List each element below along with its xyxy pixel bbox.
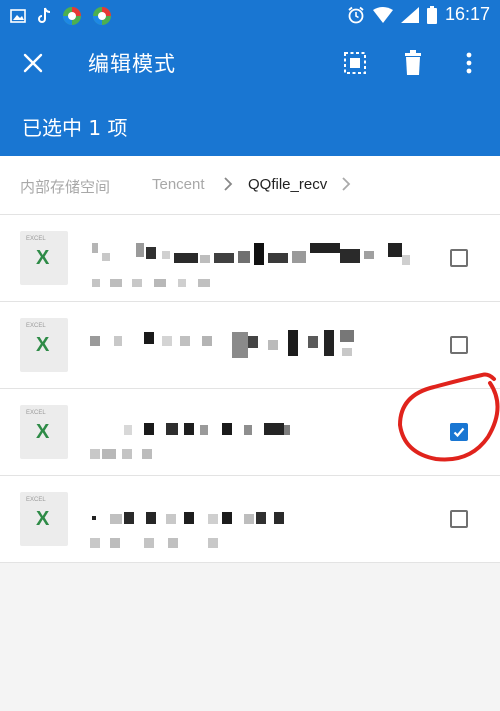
red-circle-annotation: [397, 372, 500, 462]
file-type-label: EXCEL: [26, 236, 46, 242]
gallery-icon: [10, 9, 26, 23]
alarm-icon: [348, 6, 364, 23]
empty-list-area: [0, 563, 500, 711]
breadcrumb-item-tencent[interactable]: Tencent: [152, 176, 205, 193]
selection-count: 已选中 1 项: [22, 116, 128, 140]
pixelated-file-name: [90, 423, 290, 459]
file-checkbox-checked[interactable]: [450, 423, 468, 441]
file-checkbox[interactable]: [450, 510, 468, 528]
battery-icon: [426, 5, 437, 24]
excel-letter: X: [36, 421, 50, 443]
file-row[interactable]: EXCEL X: [0, 372, 500, 476]
excel-letter: X: [36, 334, 50, 356]
select-all-icon: [344, 52, 366, 74]
select-all-button[interactable]: [338, 46, 372, 80]
file-list: EXCEL X EXCEL X EXCEL X EXCEL X: [0, 215, 500, 563]
toolbar-title: 编辑模式: [88, 52, 176, 76]
excel-file-icon: EXCEL X: [20, 405, 68, 459]
delete-button[interactable]: [396, 46, 430, 80]
file-row[interactable]: EXCEL X: [0, 215, 500, 302]
check-icon: [453, 427, 465, 438]
file-type-label: EXCEL: [26, 410, 46, 416]
close-button[interactable]: [18, 48, 48, 78]
excel-letter: X: [36, 247, 50, 269]
excel-file-icon: EXCEL X: [20, 318, 68, 372]
trash-icon: [405, 50, 421, 75]
chevron-right-icon: [342, 177, 351, 191]
wifi-icon: [372, 6, 393, 23]
excel-file-icon: EXCEL X: [20, 492, 68, 546]
pixelated-file-name: [90, 330, 354, 358]
file-checkbox[interactable]: [450, 249, 468, 267]
signal-icon: [400, 6, 419, 23]
excel-letter: X: [36, 508, 50, 530]
tiktok-icon: [38, 7, 51, 23]
more-options-button[interactable]: [452, 46, 486, 80]
breadcrumb-item-qqfile-recv[interactable]: QQfile_recv: [248, 176, 327, 193]
close-icon: [23, 53, 43, 73]
app-notification-icon: [63, 7, 81, 25]
file-type-label: EXCEL: [26, 323, 46, 329]
status-bar: 16:17: [0, 0, 500, 32]
action-toolbar: 编辑模式: [0, 32, 500, 94]
excel-file-icon: EXCEL X: [20, 231, 68, 285]
pixelated-file-name: [92, 243, 410, 287]
more-vert-icon: [466, 52, 472, 74]
file-row[interactable]: EXCEL X: [0, 476, 500, 563]
breadcrumb-item-internal-storage[interactable]: 内部存储空间: [20, 176, 110, 197]
file-checkbox[interactable]: [450, 336, 468, 354]
app-notification-icon: [93, 7, 111, 25]
pixelated-file-name: [90, 512, 284, 548]
chevron-right-icon: [224, 177, 233, 191]
selection-bar: 已选中 1 项: [0, 94, 500, 156]
status-time: 16:17: [444, 4, 490, 24]
file-type-label: EXCEL: [26, 497, 46, 503]
breadcrumb: 内部存储空间 Tencent QQfile_recv: [0, 156, 500, 215]
